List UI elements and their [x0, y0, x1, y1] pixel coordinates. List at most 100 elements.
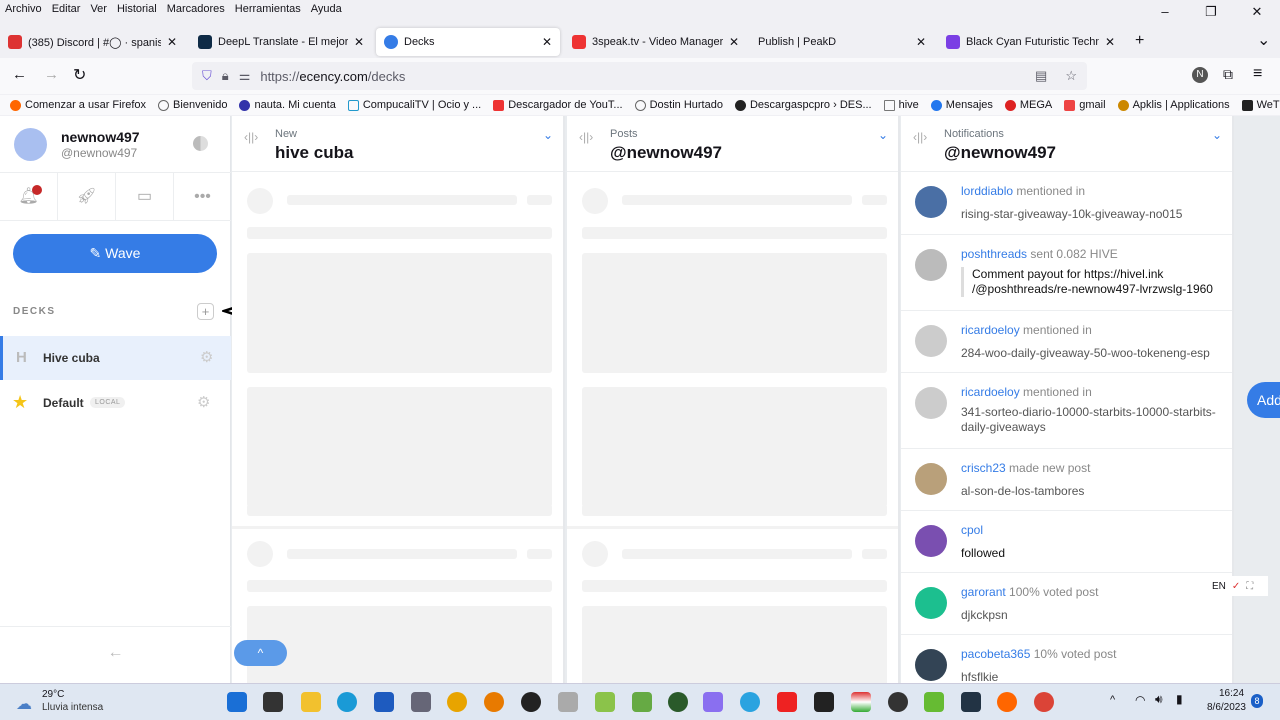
- deck-item-default[interactable]: ★ Default LOCAL ⚙: [0, 381, 231, 425]
- drag-handle-icon[interactable]: ‹||›: [244, 130, 258, 144]
- notification-detail[interactable]: 284-woo-daily-giveaway-50-woo-tokeneng-e…: [961, 346, 1220, 360]
- notification-item[interactable]: pacobeta365 10% voted post hfsflkie: [901, 635, 1232, 683]
- notification-user[interactable]: pacobeta365: [961, 647, 1030, 661]
- tab-discord[interactable]: (385) Discord | #◯ · spanish-c ✕: [0, 28, 185, 56]
- menu-historial[interactable]: Historial: [117, 3, 157, 15]
- app-icon[interactable]: [521, 692, 541, 712]
- notification-detail[interactable]: al-son-de-los-tambores: [961, 484, 1220, 498]
- volume-icon[interactable]: 🔊︎: [1155, 692, 1163, 707]
- language-widget[interactable]: EN ✓ ⛶: [1206, 576, 1268, 596]
- tab-list-button[interactable]: ⌄: [1257, 30, 1270, 50]
- app-icon[interactable]: [924, 692, 944, 712]
- obs-icon[interactable]: [888, 692, 908, 712]
- notification-user[interactable]: poshthreads: [961, 247, 1027, 261]
- rocket-button[interactable]: 🚀︎: [58, 173, 116, 220]
- bookmark[interactable]: Mensajes: [930, 99, 993, 111]
- notification-user[interactable]: ricardoeloy: [961, 323, 1020, 337]
- vpn-icon[interactable]: [703, 692, 723, 712]
- notification-detail[interactable]: hfsflkie: [961, 670, 1220, 683]
- app-icon[interactable]: [814, 692, 834, 712]
- app-menu-icon[interactable]: ≡: [1253, 65, 1262, 83]
- notification-user[interactable]: ricardoeloy: [961, 385, 1020, 399]
- tray-overflow-icon[interactable]: ^: [1110, 694, 1115, 706]
- search-app-icon[interactable]: [484, 692, 504, 712]
- add-deck-button[interactable]: +: [197, 303, 214, 320]
- close-tab-icon[interactable]: ✕: [354, 35, 364, 49]
- youtube-icon[interactable]: [777, 692, 797, 712]
- notification-user[interactable]: crisch23: [961, 461, 1006, 475]
- start-icon[interactable]: [227, 692, 247, 712]
- back-button[interactable]: ←: [12, 66, 27, 83]
- notification-detail[interactable]: djkckpsn: [961, 608, 1220, 622]
- bookmark[interactable]: gmail: [1064, 99, 1106, 111]
- menu-ayuda[interactable]: Ayuda: [311, 3, 342, 15]
- notifications-button[interactable]: 🔔︎: [0, 173, 58, 220]
- clock-time[interactable]: 16:24: [1219, 688, 1244, 699]
- edge-icon[interactable]: [337, 692, 357, 712]
- shield-icon[interactable]: ⛉: [202, 68, 212, 84]
- notification-item[interactable]: ricardoeloy mentioned in 284-woo-daily-gi…: [901, 311, 1232, 373]
- chevron-down-icon[interactable]: ⌄: [543, 128, 553, 142]
- chevron-down-icon[interactable]: ⌄: [1212, 128, 1222, 142]
- menu-marcadores[interactable]: Marcadores: [167, 3, 225, 15]
- notification-item[interactable]: cpol followed: [901, 511, 1232, 573]
- bookmark[interactable]: Dostin Hurtado: [634, 99, 723, 111]
- wifi-icon[interactable]: ◠: [1135, 693, 1145, 707]
- tab-peakd[interactable]: Publish | PeakD ✕: [750, 28, 934, 56]
- firefox-taskbar-icon[interactable]: [997, 692, 1017, 712]
- theme-toggle-icon[interactable]: [193, 136, 208, 151]
- add-column-button[interactable]: Add: [1247, 382, 1280, 418]
- bookmark[interactable]: hive: [883, 99, 919, 111]
- settings-icon[interactable]: [411, 692, 431, 712]
- temperature[interactable]: 29°C: [42, 689, 64, 700]
- reload-button[interactable]: ↻: [73, 65, 86, 85]
- bookmark[interactable]: Bienvenido: [158, 99, 227, 111]
- wallet-button[interactable]: ▭: [116, 173, 174, 220]
- close-tab-icon[interactable]: ✕: [916, 35, 926, 49]
- bookmark[interactable]: Comenzar a usar Firefox: [10, 99, 146, 111]
- new-tab-button[interactable]: +: [1135, 32, 1144, 50]
- tab-deepl[interactable]: DeepL Translate - El mejor trad ✕: [190, 28, 372, 56]
- close-tab-icon[interactable]: ✕: [1105, 35, 1115, 49]
- close-window-button[interactable]: ✕: [1234, 0, 1280, 24]
- bookmark[interactable]: nauta. Mi cuenta: [239, 99, 336, 111]
- battery-icon[interactable]: ▮: [1176, 692, 1183, 706]
- clock-date[interactable]: 8/6/2023: [1207, 702, 1246, 713]
- bookmark[interactable]: WeTransfer: [1241, 99, 1280, 111]
- bookmark-star-icon[interactable]: ☆: [1065, 68, 1077, 84]
- close-tab-icon[interactable]: ✕: [729, 35, 739, 49]
- app-icon[interactable]: [595, 692, 615, 712]
- reader-view-icon[interactable]: ▤: [1035, 68, 1047, 84]
- wave-button[interactable]: ✎ Wave: [13, 234, 217, 273]
- scroll-to-top-button[interactable]: ^: [234, 640, 287, 666]
- url-bar[interactable]: ⛉ 🔒︎ ⚌ https://ecency.com/decks ▤ ☆: [192, 62, 1087, 90]
- tab-3speak[interactable]: 3speak.tv - Video Manager ✕: [564, 28, 747, 56]
- app-icon[interactable]: [632, 692, 652, 712]
- menu-editar[interactable]: Editar: [52, 3, 81, 15]
- close-tab-icon[interactable]: ✕: [167, 35, 177, 49]
- app-icon[interactable]: [851, 692, 871, 712]
- notification-item[interactable]: ricardoeloy mentioned in 341-sorteo-diari…: [901, 373, 1232, 449]
- notification-user[interactable]: garorant: [961, 585, 1006, 599]
- telegram-icon[interactable]: [740, 692, 760, 712]
- chevron-down-icon[interactable]: ⌄: [878, 128, 888, 142]
- user-avatar[interactable]: [14, 128, 47, 161]
- close-tab-icon[interactable]: ✕: [542, 35, 552, 49]
- bookmark[interactable]: Descargaspcpro › DES...: [734, 99, 872, 111]
- notification-item[interactable]: lorddiablo mentioned in rising-star-givea…: [901, 172, 1232, 235]
- bookmark[interactable]: CompucaliTV | Ocio y ...: [347, 99, 481, 111]
- bookmark[interactable]: Descargador de YouT...: [493, 99, 623, 111]
- tab-canva[interactable]: Black Cyan Futuristic Technolog ✕: [938, 28, 1123, 56]
- app-icon[interactable]: [447, 692, 467, 712]
- notification-item[interactable]: poshthreads sent 0.082 HIVE Comment payou…: [901, 235, 1232, 311]
- profile-avatar[interactable]: N: [1192, 67, 1208, 83]
- deck-settings-icon[interactable]: ⚙: [200, 348, 213, 366]
- more-button[interactable]: •••: [174, 173, 231, 220]
- deck-settings-icon[interactable]: ⚙: [197, 393, 210, 411]
- notification-item[interactable]: garorant 100% voted post djkckpsn: [901, 573, 1232, 635]
- maximize-button[interactable]: ❐: [1188, 0, 1234, 24]
- bookmark[interactable]: Apklis | Applications: [1117, 99, 1230, 111]
- extensions-icon[interactable]: ⧉: [1223, 66, 1233, 83]
- drag-handle-icon[interactable]: ‹||›: [913, 130, 927, 144]
- menu-herramientas[interactable]: Herramientas: [235, 3, 301, 15]
